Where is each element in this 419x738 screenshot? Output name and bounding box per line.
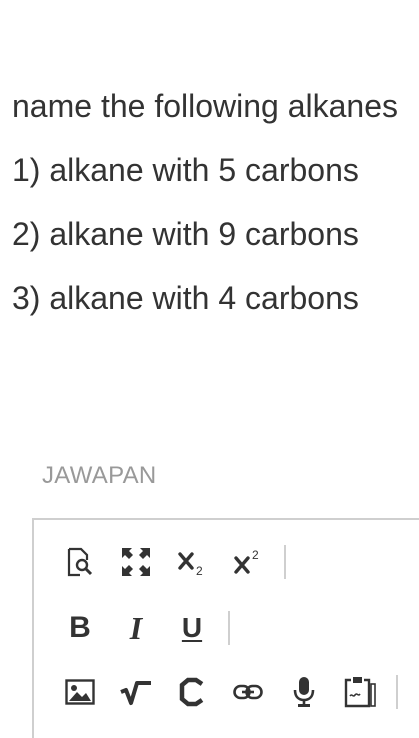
insert-image-button[interactable] [62,674,98,710]
question-item: 3) alkane with 4 carbons [12,280,359,316]
question-item: 1) alkane with 5 carbons [12,152,359,188]
link-icon [233,682,263,702]
question-item: 2) alkane with 9 carbons [12,216,359,252]
preview-icon [66,547,94,577]
underline-button[interactable]: U [174,610,210,646]
italic-button[interactable]: I [118,610,154,646]
answer-label: JAWAPAN [42,462,157,489]
superscript-button[interactable]: 2 [230,544,266,580]
math-icon [119,677,153,707]
underline-label: U [181,612,203,643]
question-text: name the following alkanes 1) alkane wit… [12,84,412,340]
page: name the following alkanes 1) alkane wit… [0,0,419,738]
answer-editor[interactable]: 2 2 B I U [32,518,419,738]
insert-chemistry-button[interactable] [174,674,210,710]
svg-text:2: 2 [252,548,259,562]
record-audio-button[interactable] [286,674,322,710]
superscript-icon: 2 [233,547,263,577]
toolbar-separator [284,545,286,579]
image-icon [65,679,95,705]
toolbar-row-2: B I U [62,608,238,648]
toolbar-separator [396,675,398,709]
subscript-icon: 2 [177,547,207,577]
fullscreen-icon [121,547,151,577]
toolbar-row-3 [62,672,406,712]
question-title: name the following alkanes [12,88,399,124]
toolbar-row-1: 2 2 [62,542,294,582]
paste-icon [343,676,377,708]
chemistry-icon [178,677,206,707]
bold-button[interactable]: B [62,610,98,646]
microphone-icon [291,676,317,708]
paste-button[interactable] [342,674,378,710]
insert-link-button[interactable] [230,674,266,710]
svg-text:2: 2 [196,564,203,577]
fullscreen-button[interactable] [118,544,154,580]
toolbar-separator [228,611,230,645]
bold-label: B [69,611,91,644]
preview-button[interactable] [62,544,98,580]
italic-label: I [129,609,143,646]
insert-math-button[interactable] [118,674,154,710]
subscript-button[interactable]: 2 [174,544,210,580]
